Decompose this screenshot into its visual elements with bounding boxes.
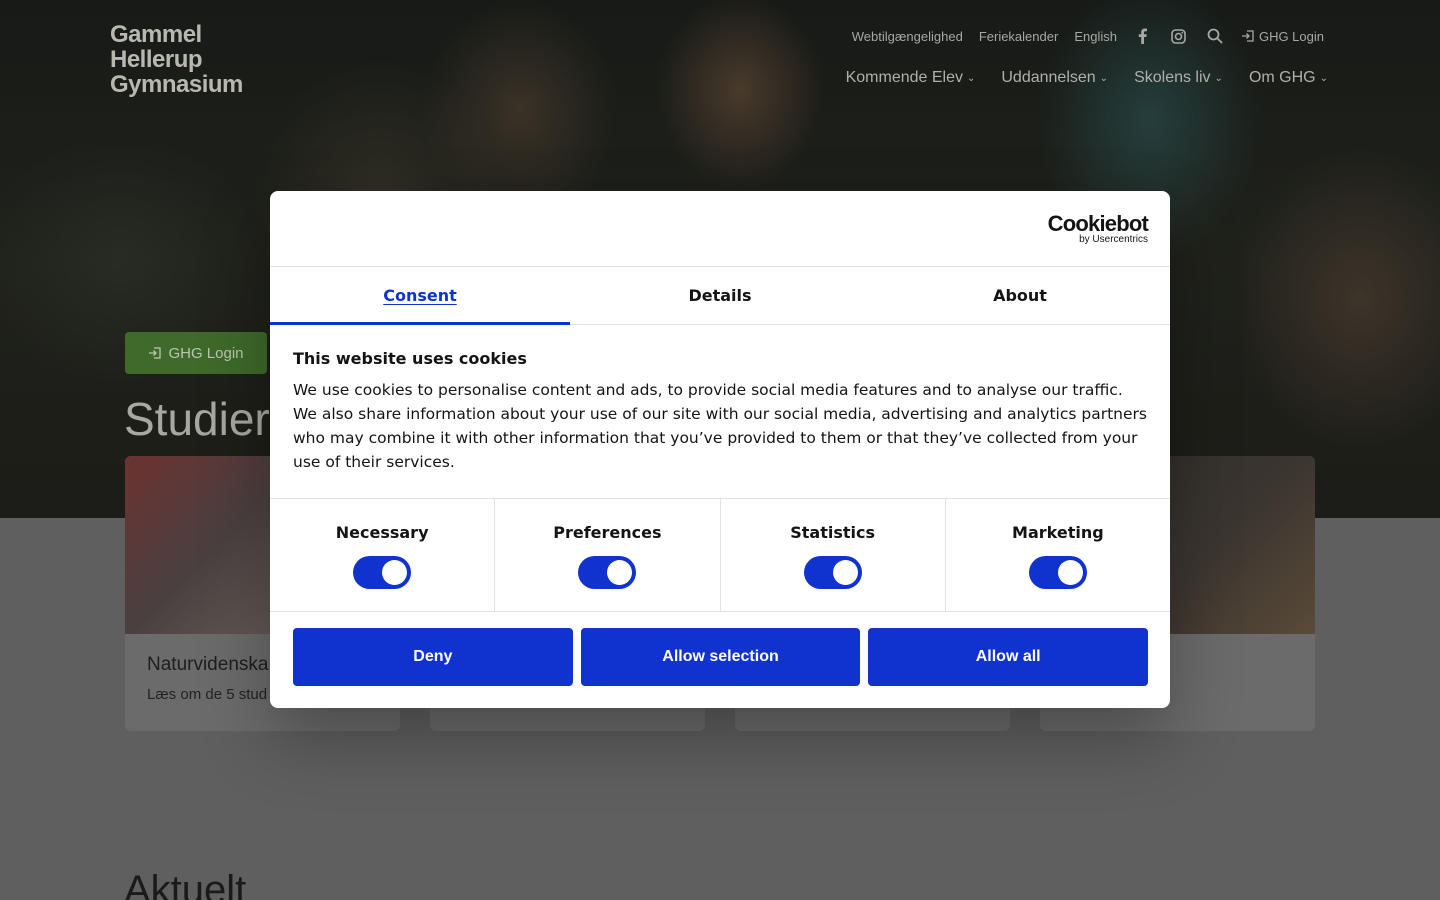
nav-item-label: Kommende Elev [845,69,963,86]
chevron-down-icon: ⌄ [966,72,976,84]
site-logo[interactable]: Gammel Hellerup Gymnasium [110,22,270,97]
toggle-label: Marketing [1012,523,1104,542]
nav-item-label: Om GHG [1248,69,1316,86]
nav-item-label: Skolens liv [1134,69,1211,86]
logo-line: Gammel [110,21,202,48]
utility-link-accessibility[interactable]: Webtilgængelighed [852,29,963,44]
toggle-label: Preferences [553,523,662,542]
brand-sub: by Usercentrics [1079,234,1148,245]
utility-link-english[interactable]: English [1074,29,1117,44]
toggle-knob [607,560,633,585]
search-icon[interactable] [1205,27,1225,45]
header-login-label: GHG Login [1258,28,1324,44]
cookie-category-toggles: Necessary Preferences Statistics Marketi… [270,499,1170,612]
dialog-header: Cookiebot by Usercentrics [270,191,1170,267]
chevron-down-icon: ⌄ [1099,72,1109,84]
cookie-consent-dialog: Cookiebot by Usercentrics Consent Detail… [270,191,1170,708]
dialog-buttons: Deny Allow selection Allow all [270,612,1170,686]
hero-title: Studier [124,393,270,445]
logo-line: Gymnasium [110,71,243,98]
nav-item-label: Uddannelsen [1001,69,1096,86]
tab-about[interactable]: About [870,267,1170,324]
statistics-toggle[interactable] [803,556,862,589]
tab-details[interactable]: Details [570,267,870,324]
toggle-label: Statistics [790,523,875,542]
brand-name: Cookiebot [1047,211,1149,236]
allow-selection-button[interactable]: Allow selection [580,628,861,686]
toggle-cell-necessary: Necessary [270,499,496,611]
toggle-cell-marketing: Marketing [946,499,1170,611]
toggle-cell-statistics: Statistics [721,499,946,611]
chevron-down-icon: ⌄ [1319,72,1328,84]
section-title-aktuelt: Aktuelt [124,868,247,900]
main-nav: Kommende Elev ⌄ Uddannelsen ⌄ Skolens liv ⌄… [846,69,1328,87]
nav-item-uddannelsen[interactable]: Uddannelsen ⌄ [1001,69,1108,87]
toggle-knob [1057,560,1083,585]
nav-item-om-ghg[interactable]: Om GHG ⌄ [1249,69,1328,87]
cookiebot-logo: Cookiebot by Usercentrics [1047,211,1149,245]
dialog-body: This website uses cookies We use cookies… [270,325,1170,499]
allow-all-button[interactable]: Allow all [868,628,1149,686]
hero-login-label: GHG Login [168,344,244,362]
toggle-knob [832,560,858,585]
tab-consent[interactable]: Consent [270,267,570,325]
deny-button[interactable]: Deny [293,628,573,686]
utility-link-holiday-calendar[interactable]: Feriekalender [979,29,1059,44]
dialog-text: We use cookies to personalise content an… [293,381,1147,471]
toggle-cell-preferences: Preferences [495,499,721,611]
toggle-label: Necessary [335,523,429,542]
header-login-link[interactable]: GHG Login [1241,29,1324,44]
instagram-icon[interactable] [1169,27,1189,45]
toggle-knob [382,560,408,585]
login-icon [1241,30,1254,42]
dialog-tabs: Consent Details About [270,267,1170,325]
nav-item-kommende-elev[interactable]: Kommende Elev ⌄ [846,69,976,87]
hero-login-button[interactable]: GHG Login [125,332,267,374]
utility-nav: Webtilgængelighed Feriekalender English … [852,27,1324,45]
marketing-toggle[interactable] [1028,556,1087,589]
logo-line: Hellerup [110,46,203,73]
nav-item-skolens-liv[interactable]: Skolens liv ⌄ [1134,69,1223,87]
dialog-heading: This website uses cookies [293,349,527,368]
preferences-toggle[interactable] [578,556,637,589]
facebook-icon[interactable] [1133,27,1153,45]
necessary-toggle[interactable] [353,556,412,589]
chevron-down-icon: ⌄ [1214,72,1223,84]
login-icon [149,347,162,359]
